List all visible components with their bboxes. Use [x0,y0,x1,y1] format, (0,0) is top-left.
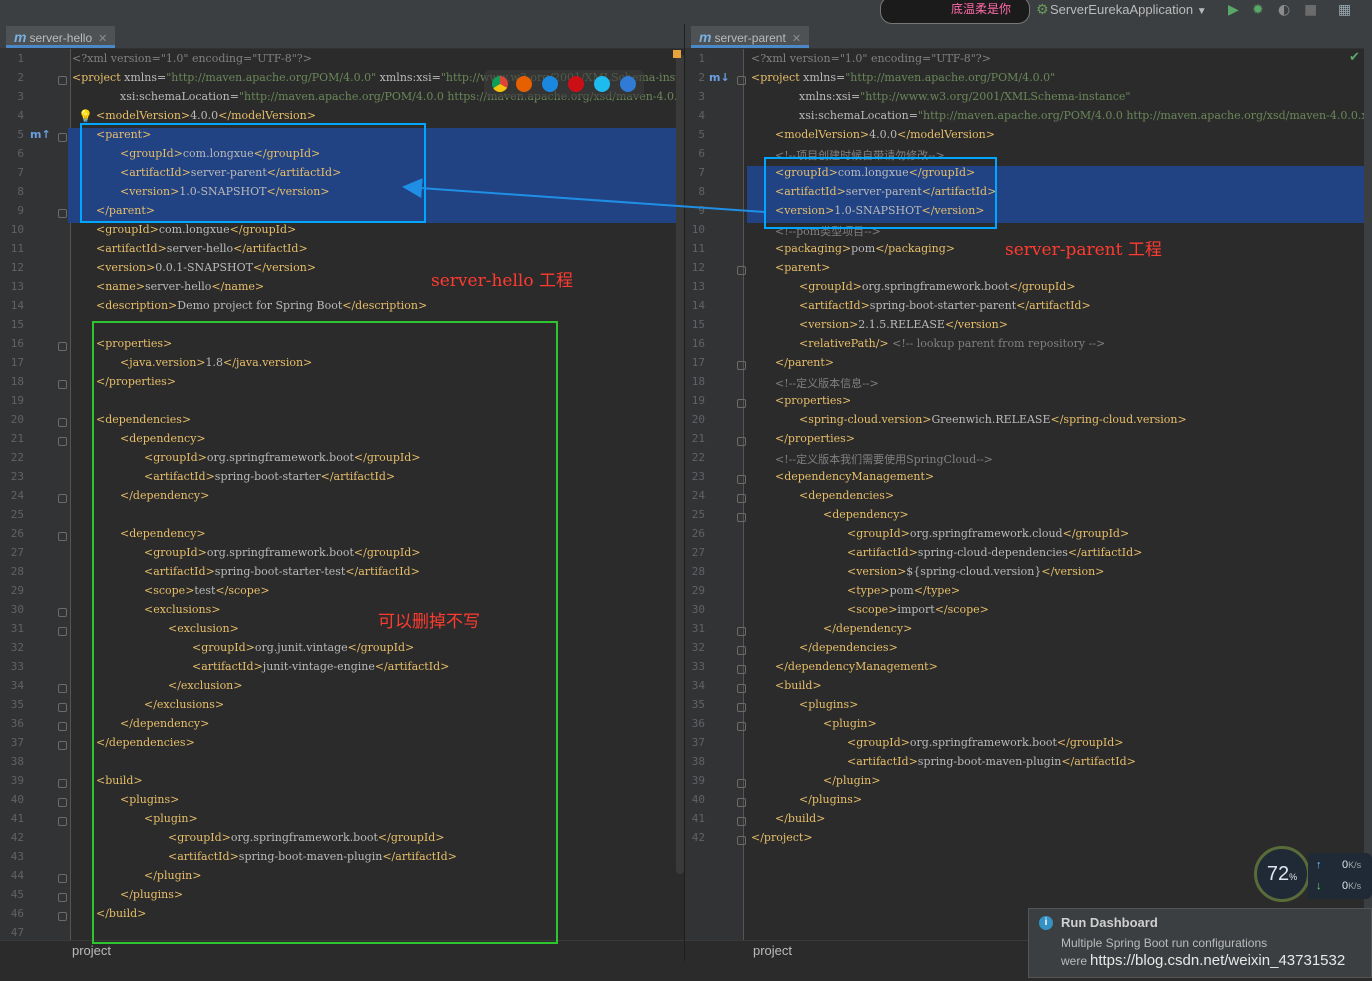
speed-percent-unit: % [1289,872,1298,882]
network-speed-gauge[interactable]: 72% [1254,846,1310,902]
notification-message: Multiple Spring Boot run configurations [1061,936,1268,950]
info-icon: i [1039,916,1053,930]
upload-rate: 0K/s [1342,859,1362,871]
watermark: https://blog.csdn.net/weixin_43731532 [1090,952,1346,969]
annotation-server-parent: server-parent 工程 [1005,240,1162,260]
annotation-arrow [402,178,765,213]
speed-percent: 72 [1266,863,1290,885]
download-icon: ↓ [1316,880,1322,892]
annotation-removable-note: 可以删掉不写 [378,612,480,632]
upload-icon: ↑ [1316,859,1322,871]
network-speed-panel: ↑ 0K/s ↓ 0K/s [1308,853,1372,899]
download-rate: 0K/s [1342,880,1362,892]
notification-title: Run Dashboard [1061,915,1158,930]
notification-message-2: were [1061,954,1088,968]
annotation-server-hello: server-hello 工程 [431,271,573,291]
